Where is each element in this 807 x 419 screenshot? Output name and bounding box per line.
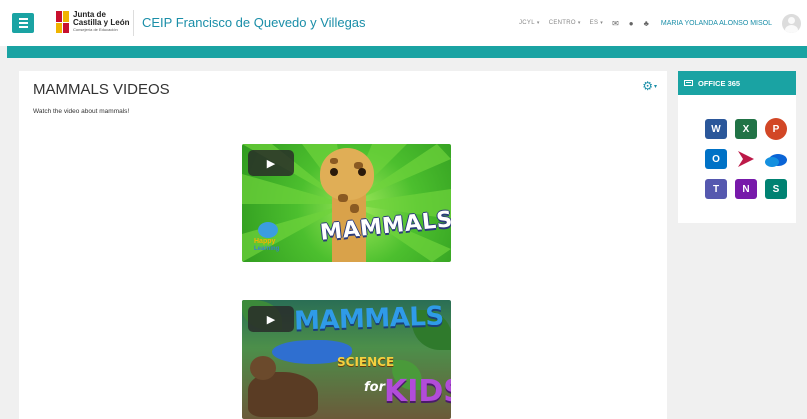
chat-icon[interactable]: ● <box>629 19 634 28</box>
crest-icon <box>56 11 69 33</box>
main-content: MAMMALS VIDEOS ⚙ ▾ Watch the video about … <box>19 71 667 419</box>
logo-line-3: Consejería de Educación <box>73 27 118 32</box>
outlook-icon[interactable]: O <box>702 145 730 173</box>
avatar[interactable] <box>782 13 801 33</box>
video-for-text: for <box>364 380 385 395</box>
video-player-mammals-science[interactable]: MAMMALS SCIENCE for KIDS ▶ <box>242 300 451 419</box>
page-description: Watch the video about mammals! <box>33 108 130 115</box>
logo-line-2: Castilla y León <box>73 18 130 27</box>
office365-block: OFFICE 365 W X P O T N S <box>678 71 796 223</box>
giraffe-head <box>320 148 374 200</box>
chevron-down-icon: ▾ <box>577 20 581 26</box>
play-button[interactable]: ▶ <box>248 150 294 176</box>
sway-icon[interactable]: S <box>762 175 790 203</box>
site-title-link[interactable]: CEIP Francisco de Quevedo y Villegas <box>142 15 366 30</box>
menu-jcyl[interactable]: JCYL ▾ <box>519 20 540 26</box>
menu-language[interactable]: ES ▾ <box>590 20 603 26</box>
bell-icon[interactable]: ♣ <box>644 19 649 28</box>
hamburger-menu-button[interactable] <box>12 13 34 33</box>
onedrive-icon[interactable] <box>762 145 790 173</box>
chevron-down-icon: ▾ <box>600 20 604 26</box>
office-apps-grid: W X P O T N S <box>702 115 792 203</box>
page-settings-menu[interactable]: ⚙ ▾ <box>642 79 657 93</box>
stream-icon[interactable] <box>732 145 760 173</box>
video-player-giraffe[interactable]: Happy Learning MAMMALS ▶ <box>242 144 451 262</box>
block-header: OFFICE 365 <box>678 71 796 95</box>
onenote-icon[interactable]: N <box>732 175 760 203</box>
excel-icon[interactable]: X <box>732 115 760 143</box>
page-title: MAMMALS VIDEOS <box>33 81 170 98</box>
chevron-down-icon: ▾ <box>653 83 657 90</box>
video-subtitle-art: SCIENCE <box>337 355 395 369</box>
junta-castilla-leon-logo[interactable]: Junta de Castilla y León Consejería de E… <box>56 11 129 33</box>
envelope-icon[interactable]: ✉ <box>612 19 619 28</box>
menu-centro[interactable]: CENTRO ▾ <box>549 20 581 26</box>
video-kids-text: KIDS <box>384 374 451 409</box>
play-icon: ▶ <box>266 313 276 326</box>
word-icon[interactable]: W <box>702 115 730 143</box>
powerpoint-icon[interactable]: P <box>762 115 790 143</box>
top-navbar: Junta de Castilla y León Consejería de E… <box>0 0 807 46</box>
play-button[interactable]: ▶ <box>248 306 294 332</box>
user-name-link[interactable]: MARIA YOLANDA ALONSO MISOL <box>661 20 772 27</box>
video-title-art: MAMMALS <box>293 301 445 337</box>
teams-icon[interactable]: T <box>702 175 730 203</box>
chevron-down-icon: ▾ <box>536 20 540 26</box>
gear-icon: ⚙ <box>642 79 653 93</box>
block-title: OFFICE 365 <box>698 78 741 88</box>
header-accent-bar <box>7 46 807 58</box>
happy-learning-logo: Happy Learning <box>252 222 286 256</box>
header-divider <box>133 10 134 36</box>
block-icon <box>684 80 693 86</box>
play-icon: ▶ <box>266 157 276 170</box>
